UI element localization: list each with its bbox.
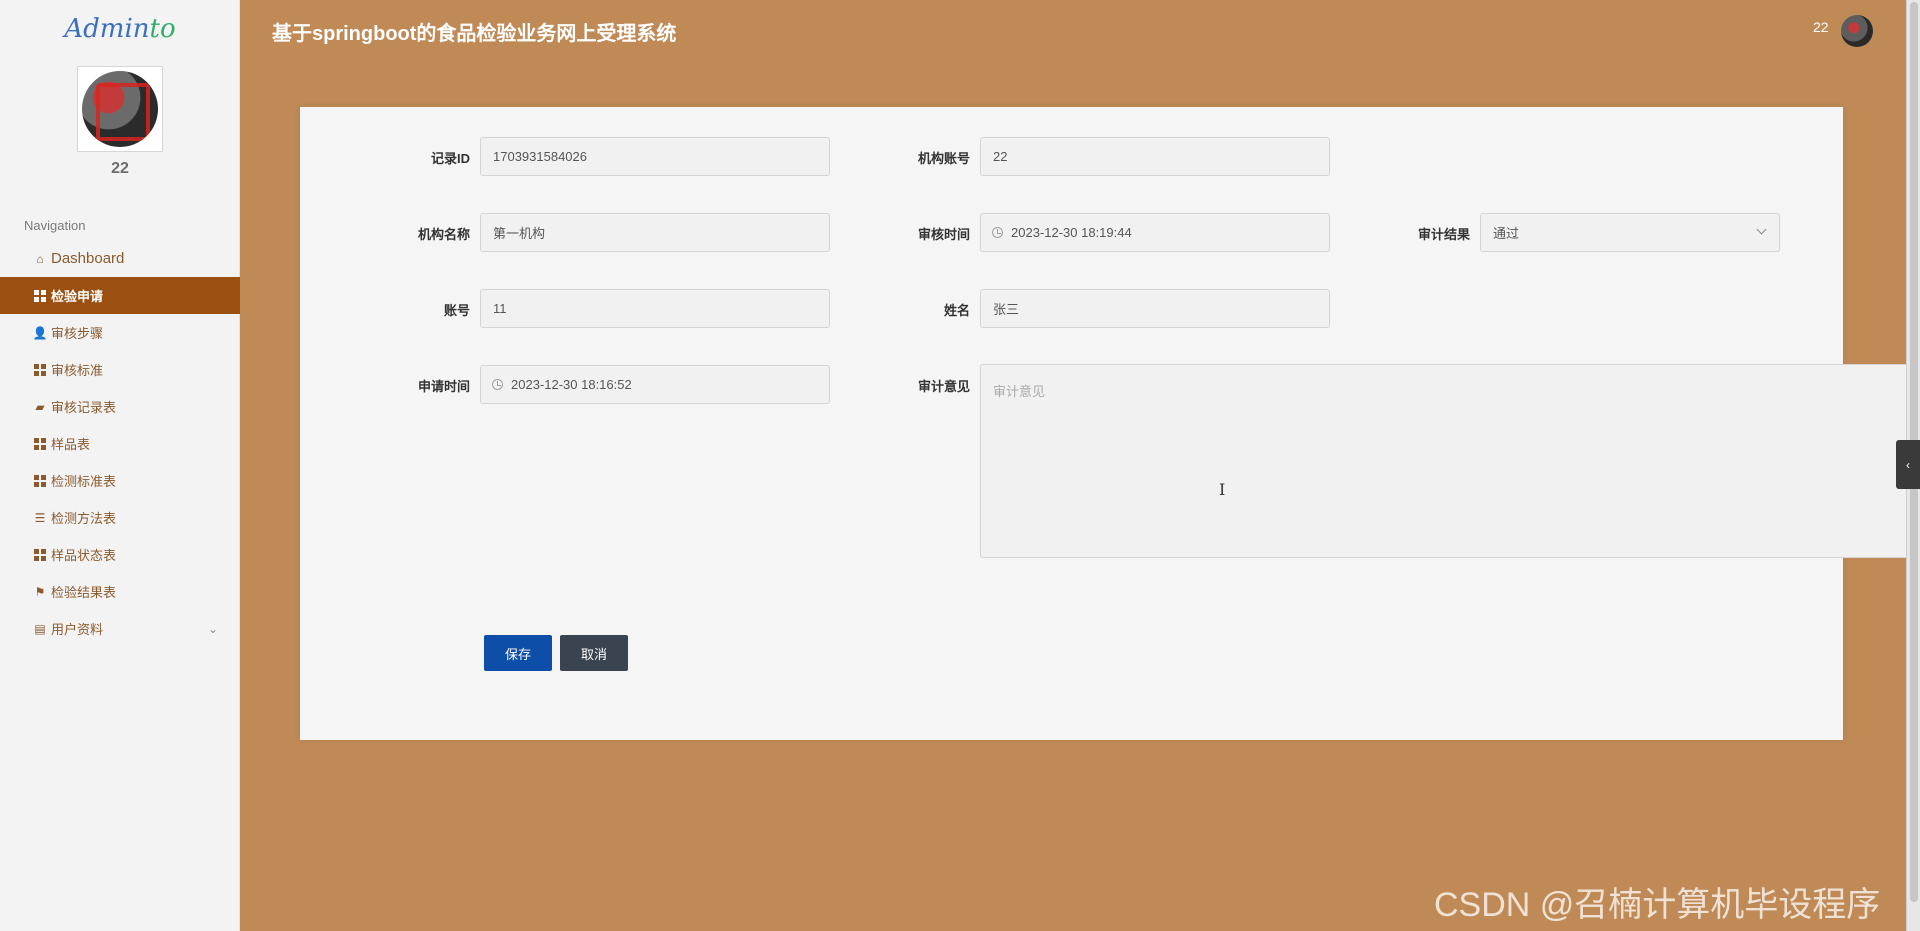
sidebar-item-inspection-apply[interactable]: 检验申请: [0, 277, 240, 314]
audit-result-value: 通过: [1493, 226, 1520, 241]
text-cursor-icon: I: [1219, 480, 1226, 499]
grid-icon: [33, 289, 47, 303]
sidebar-item-label: Dashboard: [51, 250, 125, 267]
page-title: 基于springboot的食品检验业务网上受理系统: [272, 23, 677, 45]
cancel-button[interactable]: 取消: [560, 635, 628, 671]
header-user-name[interactable]: 22: [1813, 19, 1829, 35]
org-account-field[interactable]: 22: [980, 137, 1330, 176]
org-name-label: 机构名称: [417, 227, 470, 242]
nav-title: Navigation: [24, 218, 86, 233]
sidebar-item-label: 检验申请: [51, 289, 104, 304]
sidebar-item-label: 审核步骤: [51, 326, 104, 341]
grid-icon: [33, 548, 47, 562]
grid-icon: [33, 437, 47, 451]
sidebar-avatar[interactable]: [77, 66, 163, 152]
sidebar-item-dashboard[interactable]: ⌂ Dashboard: [0, 240, 240, 277]
name-label: 姓名: [943, 303, 970, 318]
sidebar-item-review-steps[interactable]: 👤 审核步骤: [0, 314, 240, 351]
sidebar-item-sample-status[interactable]: 样品状态表: [0, 536, 240, 573]
sidebar-user-name: 22: [111, 160, 129, 177]
apply-time-field[interactable]: 2023-12-30 18:16:52: [480, 365, 830, 404]
ticket-icon: ▰: [35, 399, 45, 414]
org-account-label: 机构账号: [917, 151, 970, 166]
audit-opinion-label: 审计意见: [917, 379, 970, 394]
record-id-label: 记录ID: [430, 151, 470, 166]
sidebar-item-label: 审核记录表: [51, 400, 117, 415]
org-name-field[interactable]: 第一机构: [480, 213, 830, 252]
watermark: CSDN @召楠计算机毕设程序: [1434, 886, 1881, 924]
account-field[interactable]: 11: [480, 289, 830, 328]
sidebar-item-label: 样品状态表: [51, 548, 117, 563]
sidebar-item-label: 检验结果表: [51, 585, 117, 600]
user-icon: 👤: [32, 325, 48, 340]
review-time-value: 2023-12-30 18:19:44: [1011, 225, 1132, 240]
sidebar-item-review-standard[interactable]: 审核标准: [0, 351, 240, 388]
sidebar: Adminto 22 Navigation ⌂ Dashboard 检验申请 👤…: [0, 0, 240, 931]
sidebar-item-review-records[interactable]: ▰ 审核记录表: [0, 388, 240, 425]
sliders-icon: ☰: [34, 510, 46, 525]
sidebar-item-test-results[interactable]: ⚑ 检验结果表: [0, 573, 240, 610]
sidebar-item-label: 样品表: [51, 437, 91, 452]
collapse-panel-tab[interactable]: ‹: [1896, 440, 1920, 489]
card-icon: ▤: [34, 621, 46, 636]
sidebar-item-test-standards[interactable]: 检测标准表: [0, 462, 240, 499]
grid-icon: [33, 363, 47, 377]
apply-time-label: 申请时间: [417, 379, 470, 394]
audit-opinion-textarea[interactable]: 审计意见: [980, 364, 1920, 558]
save-button[interactable]: 保存: [484, 635, 552, 671]
logo-text-accent: to: [149, 14, 176, 44]
home-icon: ⌂: [36, 251, 44, 266]
record-id-field[interactable]: 1703931584026: [480, 137, 830, 176]
app-logo[interactable]: Adminto: [0, 14, 240, 44]
sidebar-item-label: 审核标准: [51, 363, 104, 378]
chevron-left-icon: ‹: [1906, 457, 1910, 472]
review-time-field[interactable]: 2023-12-30 18:19:44: [980, 213, 1330, 252]
sidebar-item-samples[interactable]: 样品表: [0, 425, 240, 462]
sidebar-nav: ⌂ Dashboard 检验申请 👤 审核步骤 审核标准 ▰ 审核记录表 样品表…: [0, 240, 240, 647]
grid-icon: [33, 474, 47, 488]
audit-result-select[interactable]: 通过: [1480, 213, 1780, 252]
clock-icon: [992, 227, 1003, 238]
apply-time-value: 2023-12-30 18:16:52: [511, 377, 632, 392]
account-label: 账号: [443, 303, 470, 318]
chevron-down-icon: ⌄: [207, 621, 218, 636]
sidebar-item-label: 用户资料: [51, 622, 104, 637]
sidebar-item-user-profile[interactable]: ▤ 用户资料 ⌄: [0, 610, 240, 647]
audit-result-label: 审计结果: [1417, 227, 1470, 242]
header-avatar[interactable]: [1841, 15, 1873, 47]
sidebar-item-label: 检测标准表: [51, 474, 117, 489]
name-field[interactable]: 张三: [980, 289, 1330, 328]
chevron-down-icon: [1756, 224, 1767, 235]
sidebar-item-label: 检测方法表: [51, 511, 117, 526]
review-time-label: 审核时间: [917, 227, 970, 242]
sidebar-item-test-methods[interactable]: ☰ 检测方法表: [0, 499, 240, 536]
clock-icon: [492, 379, 503, 390]
logo-text-main: Admin: [64, 14, 150, 44]
flag-icon: ⚑: [34, 584, 46, 599]
avatar-image: [82, 71, 158, 147]
